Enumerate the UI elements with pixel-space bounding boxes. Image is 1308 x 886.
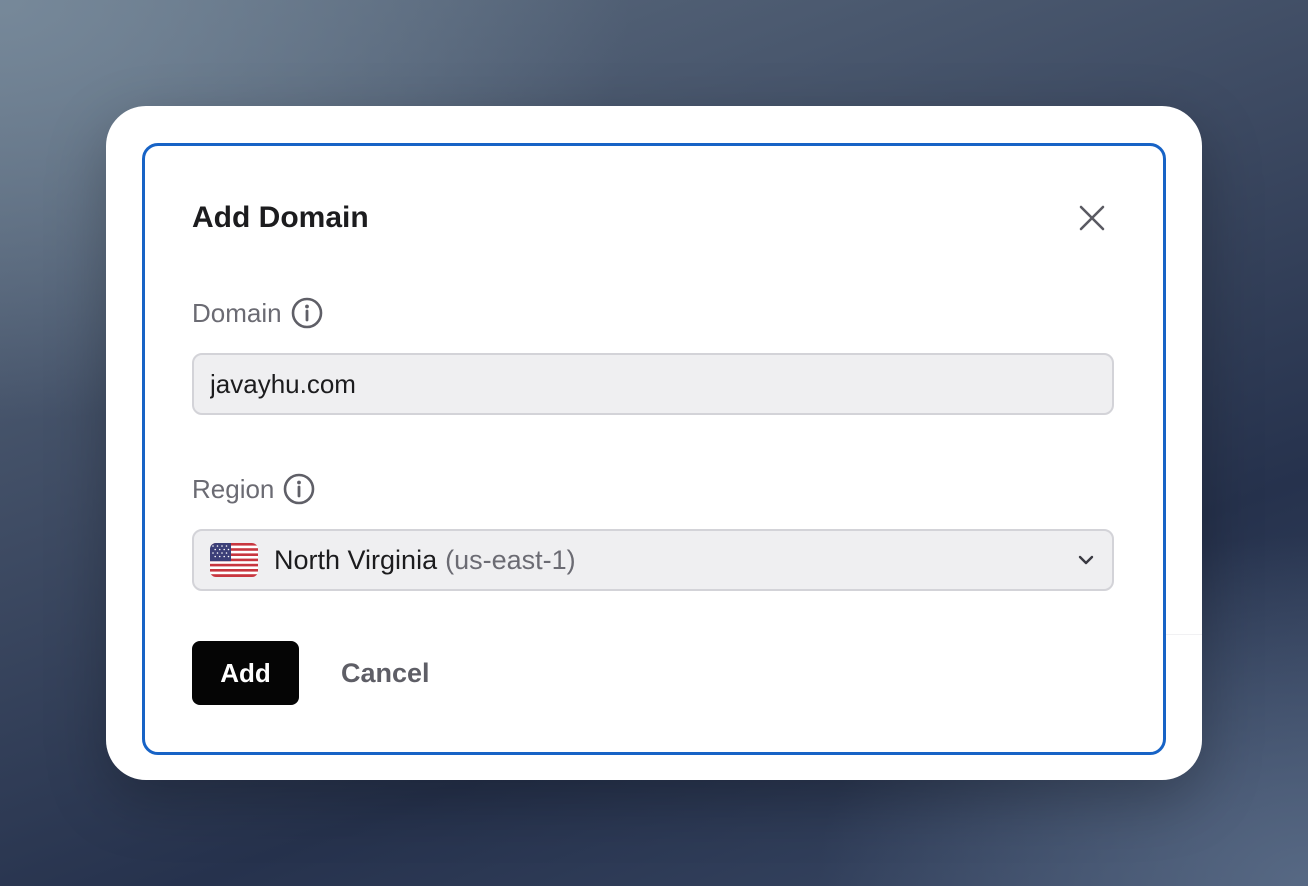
close-button[interactable] xyxy=(1070,196,1114,240)
domain-label-text: Domain xyxy=(192,297,282,328)
cancel-button[interactable]: Cancel xyxy=(325,641,446,705)
domain-input[interactable] xyxy=(194,368,1112,400)
dialog-title: Add Domain xyxy=(192,201,369,234)
us-flag-icon xyxy=(210,543,258,577)
add-domain-dialog: Add Domain Domain Region xyxy=(142,143,1166,755)
info-icon[interactable] xyxy=(282,472,316,506)
domain-input-container xyxy=(192,353,1114,415)
region-label: Region xyxy=(192,472,316,506)
add-button[interactable]: Add xyxy=(192,641,299,705)
close-icon xyxy=(1079,205,1105,231)
info-icon[interactable] xyxy=(290,296,324,330)
domain-label: Domain xyxy=(192,296,324,330)
region-selected-name: North Virginia xyxy=(274,544,438,575)
region-selected-code: (us-east-1) xyxy=(445,544,576,575)
chevron-down-icon xyxy=(1078,555,1094,565)
region-label-text: Region xyxy=(192,473,275,504)
region-select[interactable]: North Virginia (us-east-1) xyxy=(192,529,1114,591)
